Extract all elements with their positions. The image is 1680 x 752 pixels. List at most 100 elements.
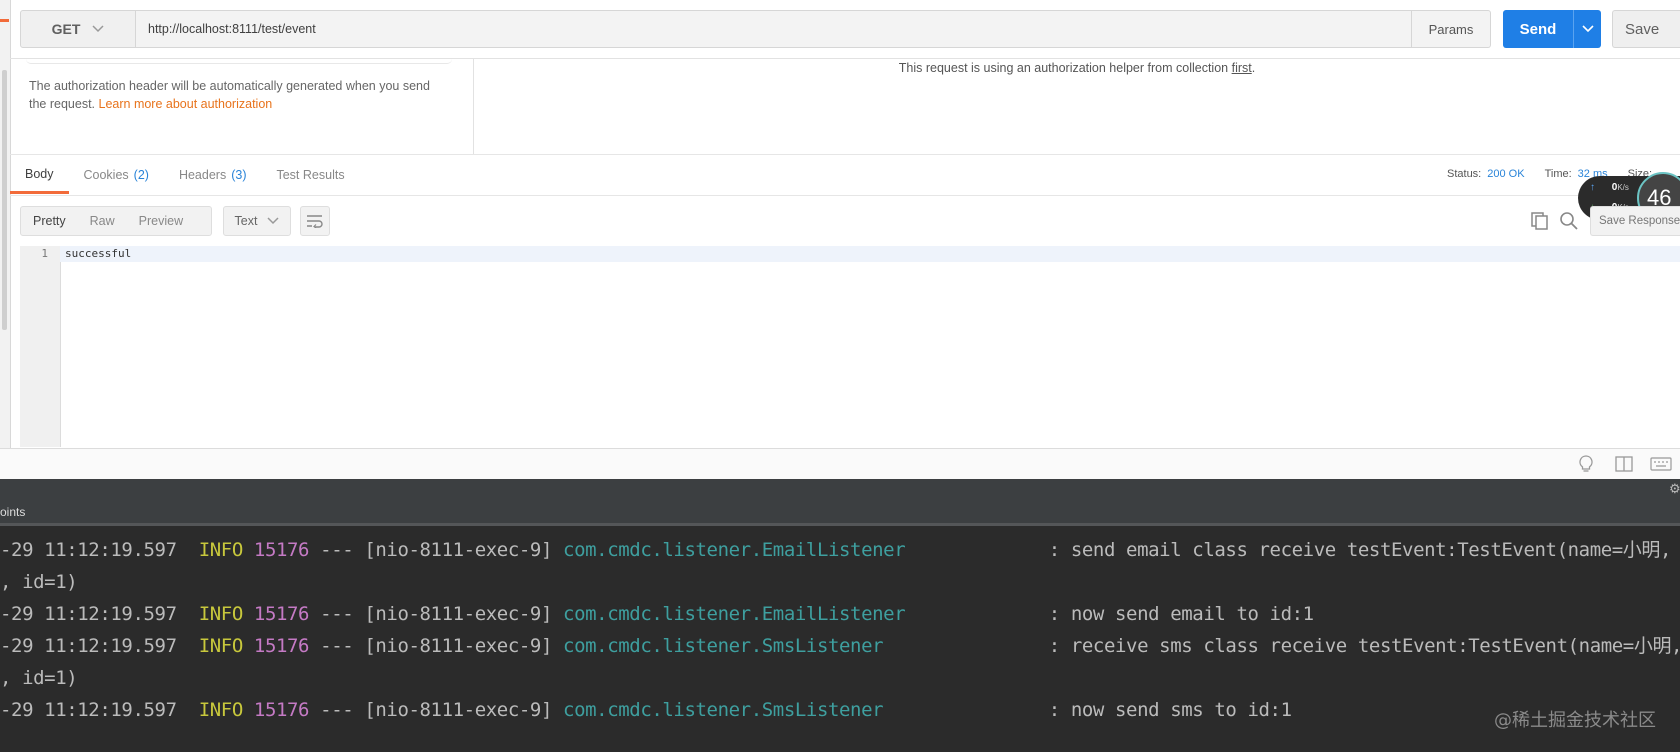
log-line: -29 11:12:19.597 INFO 15176 --- [nio-811… — [0, 630, 1680, 662]
auth-helper-text: This request is using an authorization h… — [898, 61, 1229, 75]
save-label: Save — [1625, 20, 1660, 38]
save-response-label: Save Response — [1599, 215, 1680, 227]
active-line-highlight — [60, 246, 1680, 262]
log-line: , id=1) — [0, 662, 78, 694]
log-thread: [nio-8111-exec-9] — [364, 539, 552, 561]
log-date: -29 11:12:19.597 — [0, 699, 177, 721]
tab-headers[interactable]: Headers (3) — [164, 156, 262, 194]
view-preview[interactable]: Preview — [127, 214, 195, 228]
log-sep: --- — [320, 539, 354, 561]
chevron-down-icon — [267, 217, 279, 225]
line-number: 1 — [41, 247, 48, 260]
columns-icon[interactable] — [1614, 454, 1634, 474]
log-thread: [nio-8111-exec-9] — [364, 699, 552, 721]
log-thread: [nio-8111-exec-9] — [364, 603, 552, 625]
watermark: @稀土掘金技术社区 — [1494, 710, 1656, 731]
auth-helper-message: This request is using an authorization h… — [474, 61, 1680, 75]
tab-count: (3) — [231, 168, 247, 182]
divider — [10, 154, 1680, 155]
auth-helper-end: . — [1251, 61, 1256, 75]
tab-label: Test Results — [276, 168, 345, 182]
params-button[interactable]: Params — [1412, 10, 1491, 48]
upload-unit: K/s — [1617, 183, 1629, 192]
log-sep: --- — [320, 699, 354, 721]
collection-link[interactable]: first — [1232, 61, 1252, 75]
log-line: -29 11:12:19.597 INFO 15176 --- [nio-811… — [0, 598, 1314, 630]
editor-gutter — [20, 246, 61, 447]
ide-toolbar — [0, 479, 1680, 501]
bulb-icon[interactable] — [1576, 454, 1596, 474]
auth-description: The authorization header will be automat… — [29, 77, 449, 113]
log-message: : now send sms to id:1 — [1048, 699, 1292, 721]
status-bar — [0, 449, 1680, 479]
wrap-lines-icon — [307, 215, 323, 228]
log-line: , id=1) — [0, 566, 78, 598]
send-options-button[interactable] — [1573, 10, 1601, 48]
log-pid: 15176 — [253, 603, 310, 625]
log-message: : now send email to id:1 — [1048, 603, 1314, 625]
log-pid: 15176 — [253, 635, 310, 657]
log-level: INFO — [198, 603, 244, 625]
learn-more-link[interactable]: Learn more about authorization — [99, 97, 273, 111]
tab-endpoints[interactable]: oints — [0, 505, 25, 519]
tab-count: (2) — [133, 168, 149, 182]
log-sep: --- — [320, 635, 354, 657]
log-logger: com.cmdc.listener.EmailListener — [563, 603, 906, 625]
log-date: -29 11:12:19.597 — [0, 635, 177, 657]
copy-icon[interactable] — [1530, 211, 1550, 231]
response-body-text[interactable]: successful — [65, 247, 131, 260]
status-value: 200 OK — [1487, 168, 1525, 180]
tab-body[interactable]: Body — [10, 156, 69, 194]
log-line: -29 11:12:19.597 INFO 15176 --- [nio-811… — [0, 534, 1671, 566]
view-mode-group: Pretty Raw Preview — [20, 206, 212, 236]
tab-cookies[interactable]: Cookies (2) — [69, 156, 164, 194]
view-raw[interactable]: Raw — [78, 214, 127, 228]
tab-label: Cookies — [83, 168, 129, 182]
status-label: Status: — [1447, 168, 1482, 180]
log-sep: --- — [320, 603, 354, 625]
tab-label: Headers — [178, 168, 227, 182]
time-label: Time: — [1544, 168, 1572, 180]
save-response-button[interactable]: Save Response — [1590, 206, 1680, 236]
active-tab-marker — [0, 19, 9, 22]
search-icon[interactable] — [1559, 211, 1579, 231]
chevron-down-icon — [92, 25, 104, 33]
sidebar-edge — [0, 0, 11, 448]
format-select[interactable]: Text — [223, 206, 291, 236]
log-pid: 15176 — [253, 699, 310, 721]
log-message: : send email class receive testEvent:Tes… — [1048, 539, 1672, 561]
view-pretty[interactable]: Pretty — [21, 214, 78, 228]
log-thread: [nio-8111-exec-9] — [364, 635, 552, 657]
log-date: -29 11:12:19.597 — [0, 603, 177, 625]
log-logger: com.cmdc.listener.SmsListener — [563, 699, 884, 721]
log-message: : receive sms class receive testEvent:Te… — [1048, 635, 1680, 657]
format-label: Text — [234, 214, 258, 228]
log-pid: 15176 — [253, 539, 310, 561]
log-date: -29 11:12:19.597 — [0, 539, 177, 561]
wrap-lines-button[interactable] — [300, 206, 330, 236]
log-logger: com.cmdc.listener.EmailListener — [563, 539, 906, 561]
save-button[interactable]: Save — [1612, 10, 1680, 48]
log-logger: com.cmdc.listener.SmsListener — [563, 635, 884, 657]
send-button[interactable]: Send — [1503, 10, 1573, 48]
tab-label: Body — [25, 166, 54, 181]
log-continuation: , id=1) — [0, 571, 78, 593]
tab-test-results[interactable]: Test Results — [261, 156, 359, 194]
log-line: -29 11:12:19.597 INFO 15176 --- [nio-811… — [0, 694, 1292, 726]
gear-icon[interactable]: ⚙ — [1669, 481, 1680, 497]
keyboard-icon[interactable] — [1650, 455, 1672, 473]
log-level: INFO — [198, 539, 244, 561]
divider — [10, 195, 1680, 196]
response-tabs: Body Cookies (2) Headers (3) Test Result… — [10, 156, 1430, 194]
log-level: INFO — [198, 635, 244, 657]
console-output[interactable]: -29 11:12:19.597 INFO 15176 --- [nio-811… — [0, 526, 1680, 752]
log-continuation: , id=1) — [0, 667, 78, 689]
method-label: GET — [51, 21, 81, 37]
url-input[interactable] — [136, 10, 1412, 48]
chevron-down-icon — [1581, 25, 1594, 33]
auth-type-panel-edge — [26, 59, 452, 64]
scrollbar-thumb[interactable] — [2, 70, 7, 330]
log-level: INFO — [198, 699, 244, 721]
method-select[interactable]: GET — [20, 10, 136, 48]
arrow-up-icon: ↑ — [1590, 182, 1595, 193]
